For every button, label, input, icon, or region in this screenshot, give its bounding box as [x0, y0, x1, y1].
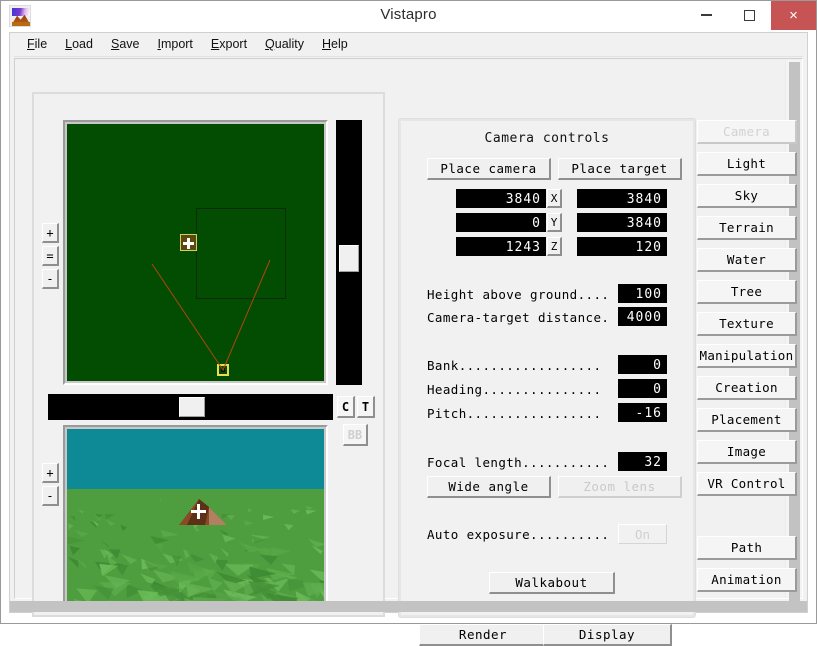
- focal-length-label: Focal length...........: [427, 455, 609, 470]
- sidebar-item-light[interactable]: Light: [697, 152, 797, 176]
- sidebar-item-texture[interactable]: Texture: [697, 312, 797, 336]
- target-z-field[interactable]: 120: [577, 237, 667, 256]
- zoom-lens-button[interactable]: Zoom lens: [558, 476, 682, 498]
- preview-sky: [67, 429, 324, 489]
- display-button[interactable]: Display: [543, 624, 672, 646]
- menu-item-export[interactable]: Export: [202, 35, 256, 53]
- heading-label: Heading...............: [427, 382, 601, 397]
- sidebar-item-creation[interactable]: Creation: [697, 376, 797, 400]
- menu-item-help[interactable]: Help: [313, 35, 357, 53]
- camera-target-distance-label: Camera-target distance.: [427, 310, 609, 325]
- title-bar: Vistapro ×: [1, 1, 816, 32]
- target-toggle-button[interactable]: T: [357, 396, 375, 418]
- menu-item-save[interactable]: Save: [102, 35, 149, 53]
- slider-knob[interactable]: [179, 397, 205, 417]
- menu-item-load[interactable]: Load: [56, 35, 102, 53]
- preview-3d-view[interactable]: [67, 429, 324, 606]
- sidebar-item-tree[interactable]: Tree: [697, 280, 797, 304]
- bottom-strip: [10, 601, 807, 612]
- app-window: Vistapro × FileLoadSaveImportExportQuali…: [0, 0, 817, 624]
- axis-x-button[interactable]: X: [547, 189, 562, 208]
- map-vertical-slider[interactable]: [336, 120, 362, 385]
- sidebar-item-terrain[interactable]: Terrain: [697, 216, 797, 240]
- camera-z-field[interactable]: 1243: [456, 237, 546, 256]
- preview-crosshair-icon: [191, 504, 206, 519]
- sidebar-item-sky[interactable]: Sky: [697, 184, 797, 208]
- minimize-button[interactable]: [685, 1, 728, 30]
- preview-zoom-out-button[interactable]: -: [42, 486, 59, 506]
- heading-field[interactable]: 0: [618, 379, 667, 398]
- maximize-button[interactable]: [728, 1, 771, 30]
- axis-y-button[interactable]: Y: [547, 213, 562, 232]
- wide-angle-button[interactable]: Wide angle: [427, 476, 551, 498]
- height-above-ground-field[interactable]: 100: [618, 284, 667, 303]
- camera-y-field[interactable]: 0: [456, 213, 546, 232]
- place-camera-button[interactable]: Place camera: [427, 158, 551, 180]
- preview-zoom-in-button[interactable]: +: [42, 463, 59, 483]
- target-x-field[interactable]: 3840: [577, 189, 667, 208]
- slider-knob[interactable]: [339, 245, 359, 272]
- left-views-panel: + = - C T BB: [32, 92, 385, 617]
- bounding-box-button[interactable]: BB: [343, 424, 368, 446]
- auto-exposure-label: Auto exposure..........: [427, 527, 609, 542]
- place-target-button[interactable]: Place target: [558, 158, 682, 180]
- sidebar-item-water[interactable]: Water: [697, 248, 797, 272]
- main-panel: + = - C T BB: [14, 58, 803, 599]
- camera-x-field[interactable]: 3840: [456, 189, 546, 208]
- close-icon[interactable]: ×: [771, 1, 816, 30]
- menu-item-quality[interactable]: Quality: [256, 35, 313, 53]
- map-zoom-in-button[interactable]: +: [42, 223, 59, 243]
- preview-frame: [63, 425, 328, 610]
- pitch-label: Pitch.................: [427, 406, 601, 421]
- render-button[interactable]: Render: [419, 624, 548, 646]
- camera-target-distance-field[interactable]: 4000: [618, 307, 667, 326]
- target-y-field[interactable]: 3840: [577, 213, 667, 232]
- sidebar-item-manipulation[interactable]: Manipulation: [697, 344, 797, 368]
- bank-label: Bank..................: [427, 358, 601, 373]
- pitch-field[interactable]: -16: [618, 403, 667, 422]
- menu-item-file[interactable]: File: [18, 35, 56, 53]
- camera-toggle-button[interactable]: C: [337, 396, 355, 418]
- camera-frustum: [67, 124, 324, 381]
- axis-z-button[interactable]: Z: [547, 237, 562, 256]
- map-view[interactable]: [67, 124, 324, 381]
- sidebar-item-animation[interactable]: Animation: [697, 568, 797, 592]
- sidebar-item-path[interactable]: Path: [697, 536, 797, 560]
- sidebar-item-image[interactable]: Image: [697, 440, 797, 464]
- sidebar-item-placement[interactable]: Placement: [697, 408, 797, 432]
- map-zoom-reset-button[interactable]: =: [42, 246, 59, 266]
- menu-separator: [14, 56, 803, 57]
- auto-exposure-value[interactable]: On: [618, 524, 667, 544]
- menu-item-import[interactable]: Import: [148, 35, 201, 53]
- menu-bar: FileLoadSaveImportExportQualityHelp: [10, 33, 807, 55]
- focal-length-field[interactable]: 32: [618, 452, 667, 471]
- height-above-ground-label: Height above ground....: [427, 287, 609, 302]
- bank-field[interactable]: 0: [618, 355, 667, 374]
- map-view-frame: [63, 120, 328, 385]
- map-horizontal-slider[interactable]: [48, 394, 333, 420]
- mode-sidebar: Camera Light Sky Terrain Water Tree Texture Man…: [697, 120, 797, 610]
- camera-controls-panel: Camera controls Place camera Place targe…: [399, 119, 695, 617]
- map-zoom-out-button[interactable]: -: [42, 269, 59, 289]
- sidebar-item-camera[interactable]: Camera: [697, 120, 797, 144]
- walkabout-button[interactable]: Walkabout: [489, 572, 615, 594]
- sidebar-item-vr-control[interactable]: VR Control: [697, 472, 797, 496]
- client-area: FileLoadSaveImportExportQualityHelp: [9, 32, 808, 613]
- panel-title: Camera controls: [401, 131, 693, 146]
